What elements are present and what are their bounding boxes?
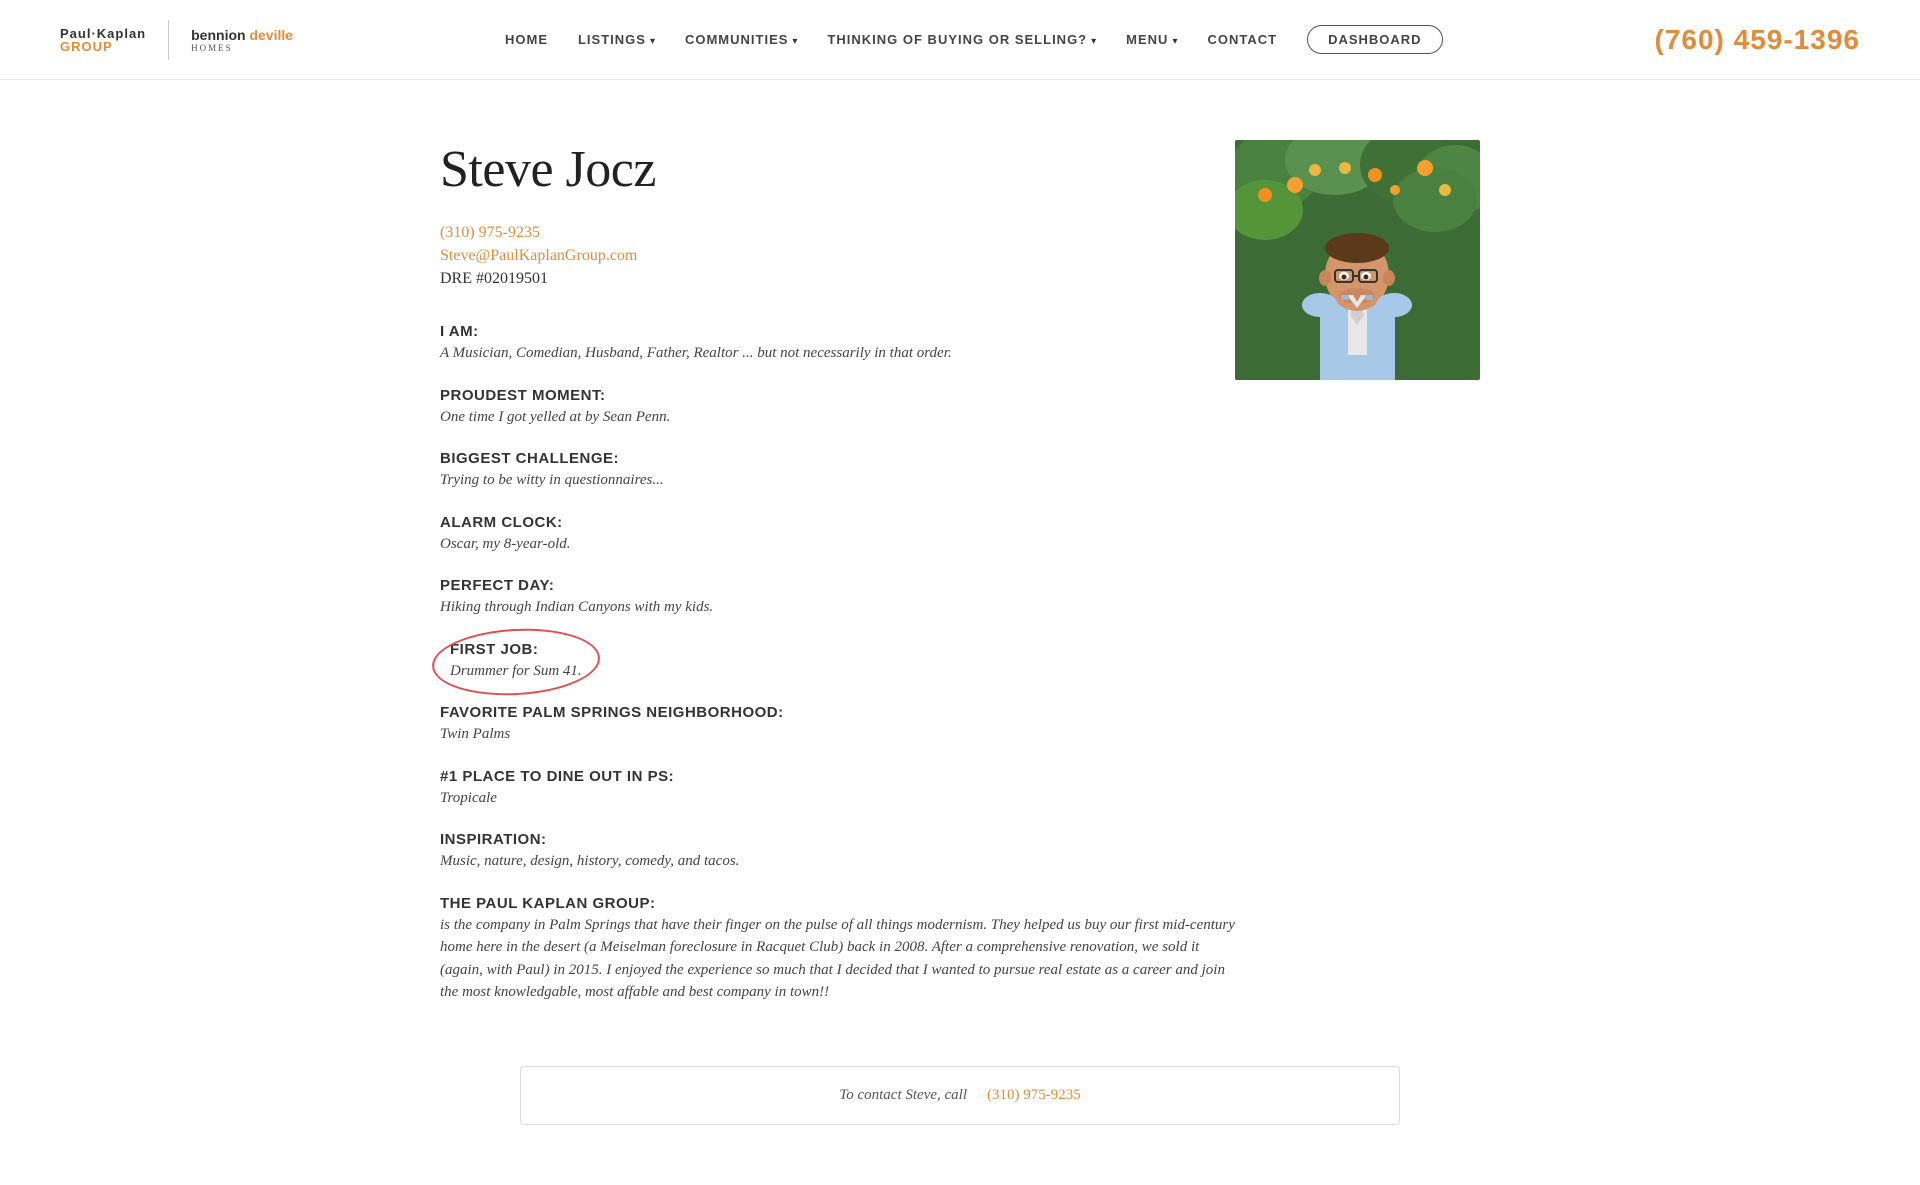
qa-inspiration-answer: Music, nature, design, history, comedy, …	[440, 850, 1235, 873]
qa-i-am-answer: A Musician, Comedian, Husband, Father, R…	[440, 342, 1235, 365]
qa-paul-kaplan-group-label: THE PAUL KAPLAN GROUP:	[440, 895, 1235, 912]
profile-phone[interactable]: (310) 975-9235	[440, 224, 1235, 242]
qa-dine-out-answer: Tropicale	[440, 787, 1235, 810]
nav-item-buying-selling[interactable]: THINKING OF BUYING OR SELLING?	[827, 31, 1096, 49]
qa-proudest-moment-answer: One time I got yelled at by Sean Penn.	[440, 406, 1235, 429]
qa-paul-kaplan-group-answer: is the company in Palm Springs that have…	[440, 914, 1235, 1004]
nav-link-menu[interactable]: MENU	[1126, 32, 1168, 47]
bennion-text: bennion	[191, 27, 249, 43]
profile-email[interactable]: Steve@PaulKaplanGroup.com	[440, 247, 1235, 265]
qa-alarm-clock-label: ALARM CLOCK:	[440, 514, 1235, 531]
qa-favorite-neighborhood-label: FAVORITE PALM SPRINGS NEIGHBORHOOD:	[440, 704, 1235, 721]
nav-item-listings[interactable]: LISTINGS	[578, 31, 655, 49]
qa-inspiration: INSPIRATION: Music, nature, design, hist…	[440, 831, 1235, 873]
nav-links: HOME LISTINGS COMMUNITIES THINKING OF BU…	[505, 25, 1443, 54]
nav-item-home[interactable]: HOME	[505, 31, 548, 49]
profile-dre: DRE #02019501	[440, 270, 548, 287]
logo-divider	[168, 20, 169, 60]
qa-perfect-day-label: PERFECT DAY:	[440, 577, 1235, 594]
qa-perfect-day-answer: Hiking through Indian Canyons with my ki…	[440, 596, 1235, 619]
qa-first-job-answer: Drummer for Sum 41.	[450, 660, 582, 683]
nav-link-listings[interactable]: LISTINGS	[578, 32, 646, 47]
logo[interactable]: Paul·Kaplan GROUP bennion deville HOMES	[60, 20, 293, 60]
nav-link-contact[interactable]: CONTACT	[1207, 32, 1277, 47]
nav-link-home[interactable]: HOME	[505, 32, 548, 47]
qa-dine-out: #1 PLACE TO DINE OUT IN PS: Tropicale	[440, 768, 1235, 810]
qa-proudest-moment-label: PROUDEST MOMENT:	[440, 387, 1235, 404]
nav-phone[interactable]: (760) 459-1396	[1655, 24, 1860, 56]
first-job-highlight: FIRST JOB: Drummer for Sum 41.	[450, 641, 582, 683]
dashboard-button[interactable]: DASHBOARD	[1307, 25, 1443, 54]
qa-section: I AM: A Musician, Comedian, Husband, Fat…	[440, 323, 1235, 1004]
profile-info: Steve Jocz (310) 975-9235 Steve@PaulKapl…	[440, 140, 1235, 1026]
nav-item-dashboard[interactable]: DASHBOARD	[1307, 25, 1443, 54]
qa-dine-out-label: #1 PLACE TO DINE OUT IN PS:	[440, 768, 1235, 785]
footer-contact-phone[interactable]: (310) 975-9235	[987, 1087, 1081, 1104]
qa-first-job: FIRST JOB: Drummer for Sum 41.	[450, 641, 1235, 683]
qa-alarm-clock: ALARM CLOCK: Oscar, my 8-year-old.	[440, 514, 1235, 556]
qa-inspiration-label: INSPIRATION:	[440, 831, 1235, 848]
nav-item-menu[interactable]: MENU	[1126, 31, 1177, 49]
logo-group-text: GROUP	[60, 40, 146, 53]
nav-item-communities[interactable]: COMMUNITIES	[685, 31, 797, 49]
qa-i-am-label: I AM:	[440, 323, 1235, 340]
qa-i-am: I AM: A Musician, Comedian, Husband, Fat…	[440, 323, 1235, 365]
profile-header: Steve Jocz (310) 975-9235 Steve@PaulKapl…	[440, 140, 1480, 1026]
qa-biggest-challenge-label: BIGGEST CHALLENGE:	[440, 450, 1235, 467]
qa-favorite-neighborhood-answer: Twin Palms	[440, 723, 1235, 746]
paul-kaplan-logo: Paul·Kaplan GROUP	[60, 27, 146, 53]
bennion-deville-logo: bennion deville HOMES	[191, 27, 293, 53]
main-content: Steve Jocz (310) 975-9235 Steve@PaulKapl…	[360, 80, 1560, 1185]
qa-paul-kaplan-group: THE PAUL KAPLAN GROUP: is the company in…	[440, 895, 1235, 1004]
deville-text: deville	[249, 27, 293, 43]
profile-name: Steve Jocz	[440, 140, 1235, 199]
profile-photo	[1235, 140, 1480, 380]
homes-text: HOMES	[191, 43, 293, 53]
footer-contact-card: To contact Steve, call (310) 975-9235	[520, 1066, 1400, 1125]
qa-proudest-moment: PROUDEST MOMENT: One time I got yelled a…	[440, 387, 1235, 429]
profile-photo-image	[1235, 140, 1480, 380]
nav-link-buying-selling[interactable]: THINKING OF BUYING OR SELLING?	[827, 32, 1087, 47]
qa-alarm-clock-answer: Oscar, my 8-year-old.	[440, 533, 1235, 556]
logo-paul-kaplan-text: Paul·Kaplan	[60, 27, 146, 40]
qa-favorite-neighborhood: FAVORITE PALM SPRINGS NEIGHBORHOOD: Twin…	[440, 704, 1235, 746]
qa-biggest-challenge-answer: Trying to be witty in questionnaires...	[440, 469, 1235, 492]
qa-biggest-challenge: BIGGEST CHALLENGE: Trying to be witty in…	[440, 450, 1235, 492]
nav-link-communities[interactable]: COMMUNITIES	[685, 32, 788, 47]
nav-item-contact[interactable]: CONTACT	[1207, 31, 1277, 49]
footer-bar: To contact Steve, call (310) 975-9235	[440, 1066, 1480, 1125]
qa-perfect-day: PERFECT DAY: Hiking through Indian Canyo…	[440, 577, 1235, 619]
qa-first-job-label: FIRST JOB:	[450, 641, 582, 658]
footer-contact-text: To contact Steve, call	[839, 1087, 967, 1104]
navigation: Paul·Kaplan GROUP bennion deville HOMES …	[0, 0, 1920, 80]
